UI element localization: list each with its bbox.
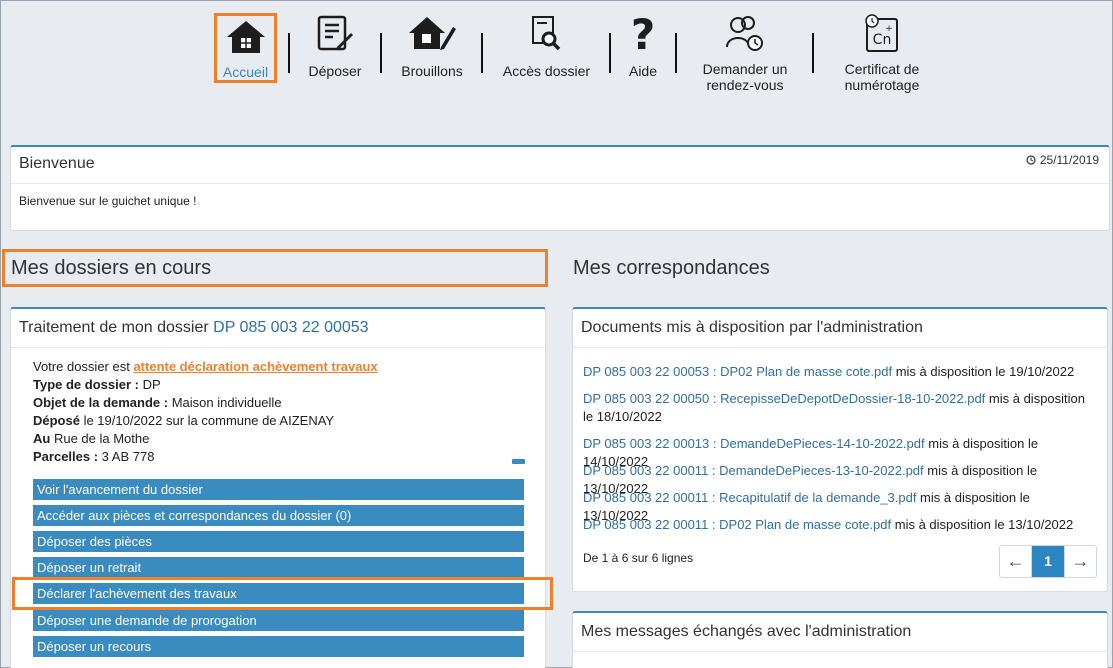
toolbar-separator	[675, 33, 677, 73]
home-icon	[226, 21, 265, 53]
dossiers-section-title: Mes dossiers en cours	[11, 257, 212, 279]
document-item: DP 085 003 22 00011 : DP02 Plan de masse…	[583, 516, 1093, 534]
document-item: DP 085 003 22 00053 : DP02 Plan de masse…	[583, 363, 1093, 381]
appointment-icon	[726, 16, 763, 51]
document-date: mis à disposition le 13/10/2022	[891, 517, 1074, 532]
nav-rendez-vous-label-1: Demander un	[702, 61, 788, 77]
type-value: DP	[138, 377, 161, 392]
correspondances-section-title: Mes correspondances	[573, 257, 770, 279]
pager-next-button[interactable]: →	[1064, 546, 1096, 577]
document-link[interactable]: DP 085 003 22 00053 : DP02 Plan de masse…	[583, 364, 892, 379]
nav-aide[interactable]: ? Aide	[623, 13, 663, 79]
parcelles-line: Parcelles : 3 AB 778	[33, 448, 378, 466]
messages-header: Mes messages échangés avec l'administrat…	[573, 613, 1107, 652]
parcelles-value: 3 AB 778	[98, 449, 155, 464]
numbering-icon: Cn +	[865, 14, 898, 52]
document-link[interactable]: DP 085 003 22 00011 : DP02 Plan de masse…	[583, 517, 891, 532]
toolbar-separator	[380, 33, 382, 73]
welcome-date: 25/11/2019	[1026, 153, 1099, 167]
main-toolbar: Accueil Déposer Brouillons Accès dossier	[1, 1, 1113, 111]
document-search-icon	[531, 16, 560, 51]
nav-deposer-label: Déposer	[308, 63, 362, 79]
au-label: Au	[33, 431, 51, 446]
depose-line: Déposé le 19/10/2022 sur la commune de A…	[33, 412, 378, 430]
document-date: mis à disposition le 19/10/2022	[892, 364, 1075, 379]
action-acceder-pieces[interactable]: Accéder aux pièces et correspondances du…	[33, 505, 524, 526]
adresse-line: Au Rue de la Mothe	[33, 430, 378, 448]
status-prefix: Votre dossier est	[33, 359, 134, 374]
nav-accueil-label: Accueil	[222, 64, 269, 80]
action-deposer-retrait[interactable]: Déposer un retrait	[33, 557, 524, 578]
dossier-details: Votre dossier est attente déclaration ac…	[33, 358, 378, 466]
messages-title: Mes messages échangés avec l'administrat…	[581, 623, 912, 640]
document-link[interactable]: DP 085 003 22 00011 : Recapitulatif de l…	[583, 490, 916, 505]
document-link[interactable]: DP 085 003 22 00050 : RecepisseDeDepotDe…	[583, 391, 985, 406]
nav-brouillons[interactable]: Brouillons	[395, 13, 469, 79]
objet-value: Maison individuelle	[168, 395, 282, 410]
depose-label: Déposé	[33, 413, 80, 428]
welcome-header: Bienvenue 25/11/2019	[11, 147, 1109, 184]
documents-title: Documents mis à disposition par l'admini…	[581, 319, 923, 336]
document-link[interactable]: DP 085 003 22 00011 : DemandeDePieces-13…	[583, 463, 924, 478]
pagination-info: De 1 à 6 sur 6 lignes	[583, 551, 694, 565]
welcome-message: Bienvenue sur le guichet unique !	[19, 194, 197, 208]
nav-certificat-label-1: Certificat de	[844, 61, 920, 77]
document-item: DP 085 003 22 00050 : RecepisseDeDepotDe…	[583, 390, 1093, 426]
dossier-panel: Traitement de mon dossier DP 085 003 22 …	[10, 307, 546, 668]
messages-panel: Mes messages échangés avec l'administrat…	[572, 611, 1108, 668]
dossier-number-link[interactable]: DP 085 003 22 00053	[213, 319, 368, 336]
au-value: Rue de la Mothe	[50, 431, 150, 446]
nav-aide-label: Aide	[628, 63, 658, 79]
toolbar-separator	[609, 33, 611, 73]
toolbar-separator	[481, 33, 483, 73]
nav-rendez-vous-label-2: rendez-vous	[706, 77, 784, 93]
action-deposer-pieces[interactable]: Déposer des pièces	[33, 531, 524, 552]
objet-line: Objet de la demande : Maison individuell…	[33, 394, 378, 412]
svg-text:Cn: Cn	[873, 32, 892, 48]
parcelles-label: Parcelles :	[33, 449, 99, 464]
achevement-highlight	[12, 577, 553, 610]
dossier-panel-header: Traitement de mon dossier DP 085 003 22 …	[11, 309, 545, 348]
toolbar-separator	[288, 33, 290, 73]
clock-icon	[1026, 155, 1037, 165]
dossier-panel-title: Traitement de mon dossier	[19, 319, 214, 336]
home-edit-icon	[409, 17, 456, 50]
toolbar-separator	[812, 33, 814, 73]
welcome-title: Bienvenue	[19, 155, 95, 172]
nav-certificat-label-2: numérotage	[844, 77, 920, 93]
status-link[interactable]: attente déclaration achèvement travaux	[133, 359, 377, 374]
question-icon: ?	[631, 13, 655, 55]
depose-value: le 19/10/2022 sur la commune de AIZENAY	[79, 413, 335, 428]
dossier-status-line: Votre dossier est attente déclaration ac…	[33, 358, 378, 376]
type-line: Type de dossier : DP	[33, 376, 378, 394]
welcome-date-value: 25/11/2019	[1039, 153, 1099, 167]
pagination: ← 1 →	[999, 545, 1097, 578]
action-voir-avancement[interactable]: Voir l'avancement du dossier	[33, 479, 524, 500]
pager-page-button[interactable]: 1	[1032, 546, 1064, 577]
nav-deposer[interactable]: Déposer	[301, 13, 369, 79]
welcome-panel: Bienvenue 25/11/2019 Bienvenue sur le gu…	[10, 145, 1110, 231]
collapse-handle[interactable]	[512, 459, 525, 464]
nav-acces-dossier-label: Accès dossier	[502, 63, 591, 79]
objet-label: Objet de la demande :	[33, 395, 169, 410]
type-label: Type de dossier :	[33, 377, 139, 392]
svg-text:?: ?	[631, 13, 655, 55]
documents-panel: Documents mis à disposition par l'admini…	[572, 307, 1108, 592]
pager-prev-button[interactable]: ←	[1000, 546, 1032, 577]
nav-acces-dossier[interactable]: Accès dossier	[498, 13, 595, 79]
documents-header: Documents mis à disposition par l'admini…	[573, 309, 1107, 348]
action-deposer-recours[interactable]: Déposer un recours	[33, 636, 524, 657]
nav-certificat-numerotage[interactable]: Cn + Certificat de numérotage	[836, 13, 928, 93]
action-demande-prorogation[interactable]: Déposer une demande de prorogation	[33, 610, 524, 631]
svg-text:+: +	[885, 24, 893, 34]
nav-rendez-vous[interactable]: Demander un rendez-vous	[694, 13, 796, 93]
form-edit-icon	[317, 15, 353, 51]
nav-brouillons-label: Brouillons	[401, 63, 463, 79]
document-link[interactable]: DP 085 003 22 00013 : DemandeDePieces-14…	[583, 436, 925, 451]
nav-accueil[interactable]: Accueil	[214, 13, 277, 83]
